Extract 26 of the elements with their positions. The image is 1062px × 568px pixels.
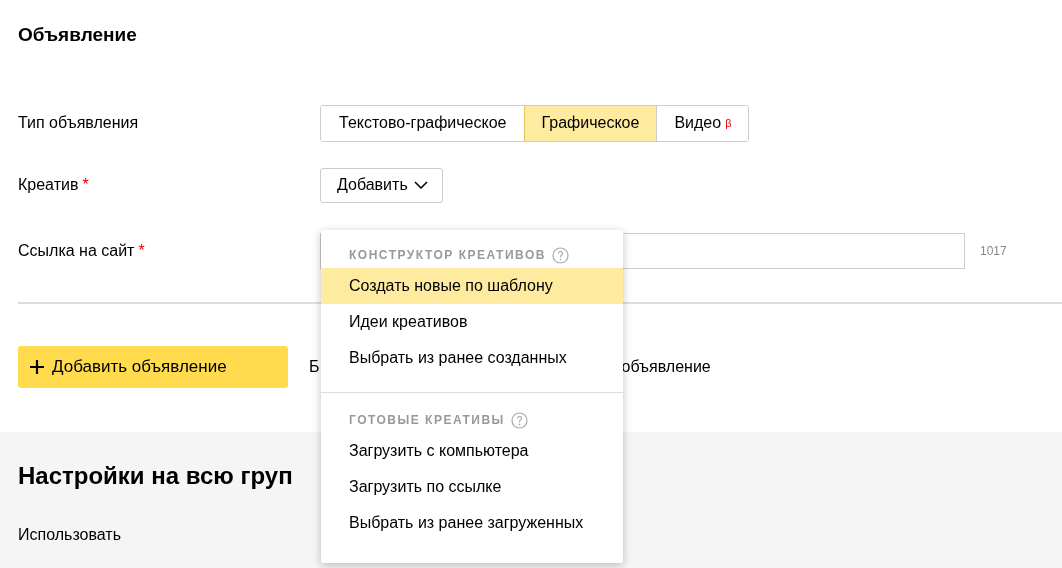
menu-item[interactable]: Идеи креативов [321, 304, 623, 340]
plus-icon [30, 360, 44, 374]
required-mark: * [138, 242, 145, 260]
menu-item[interactable]: Выбрать из ранее созданных [321, 340, 623, 376]
add-ad-button[interactable]: Добавить объявление [18, 346, 288, 388]
help-icon[interactable] [510, 411, 528, 429]
help-icon[interactable] [551, 246, 569, 264]
required-mark: * [82, 176, 89, 194]
settings-heading: Настройки на всю груп [18, 462, 293, 489]
menu-section-title: КОНСТРУКТОР КРЕАТИВОВ [349, 248, 546, 262]
field-label: Тип объявления [18, 114, 139, 132]
menu-section-title: ГОТОВЫЕ КРЕАТИВЫ [349, 413, 505, 427]
menu-item[interactable]: Загрузить с компьютера [321, 433, 623, 469]
menu-item[interactable]: Выбрать из ранее загруженных [321, 505, 623, 541]
hint-text: объявление [621, 358, 711, 376]
type-tab[interactable]: Графическое [523, 105, 657, 141]
field-label: Использовать [18, 526, 121, 543]
menu-item[interactable]: Создать новые по шаблону [321, 268, 623, 304]
menu-item[interactable]: Загрузить по ссылке [321, 469, 623, 505]
hint-text: Б [309, 358, 320, 376]
chevron-icon [413, 181, 428, 189]
add-dropdown-button[interactable]: Добавить [320, 167, 443, 203]
section-title: Объявление [18, 23, 138, 47]
field-label: Креатив [18, 176, 79, 194]
char-counter: 1017 [980, 244, 1007, 258]
field-label: Ссылка на сайт [18, 242, 135, 260]
